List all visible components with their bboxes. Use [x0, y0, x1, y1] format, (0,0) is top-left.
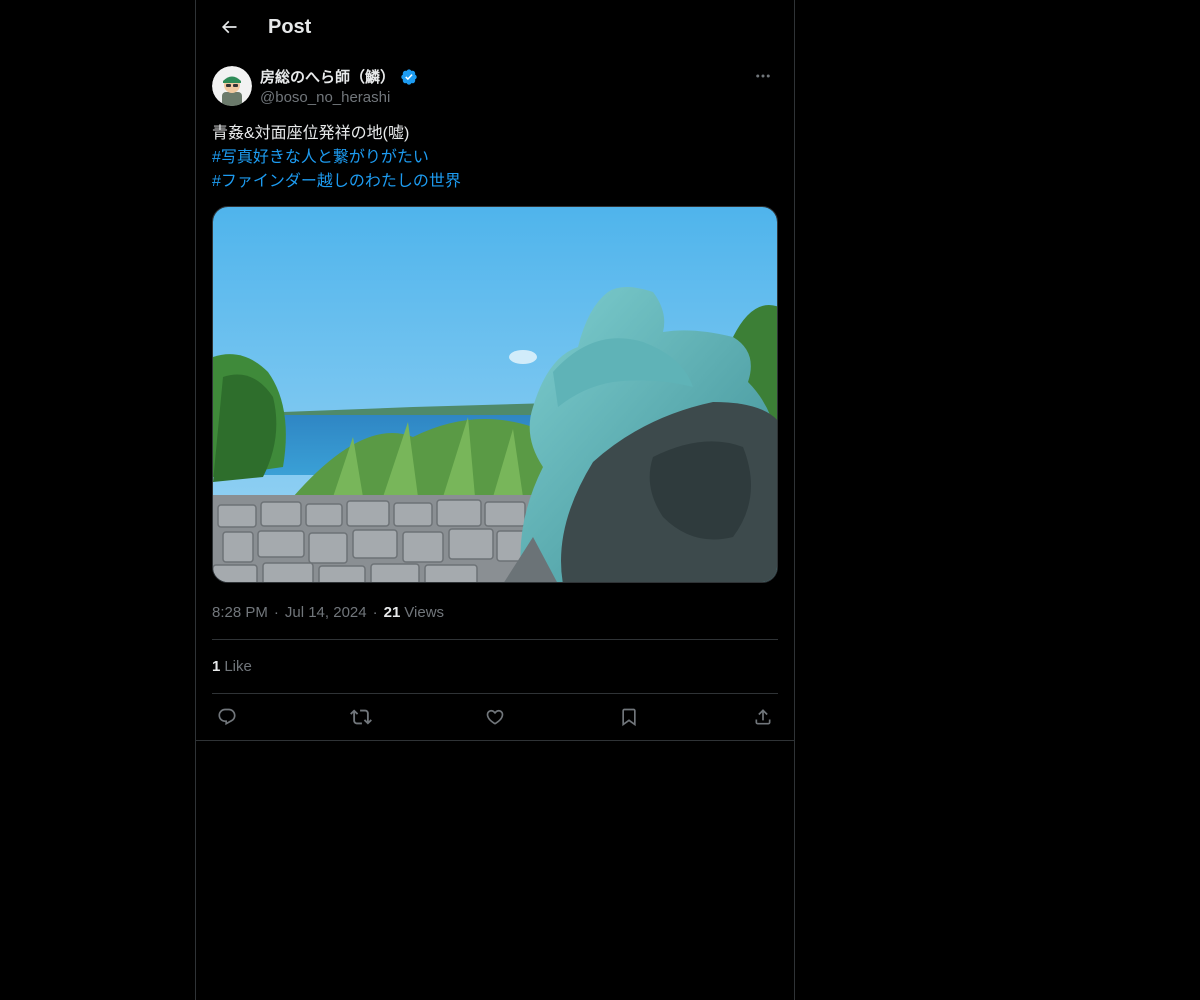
post-photo[interactable] [212, 206, 778, 583]
like-icon [486, 709, 504, 725]
likes-count: 1 [212, 658, 221, 675]
post-text: 青姦&対面座位発祥の地(嘘) #写真好きな人と繋がりがたい #ファインダー越しの… [212, 122, 778, 194]
separator-dot: · [372, 603, 378, 621]
hashtag-link[interactable]: #写真好きな人と繋がりがたい [212, 146, 778, 170]
post-text-line: 青姦&対面座位発祥の地(嘘) [212, 125, 410, 142]
author-meta: 房総のへら師（鱗） @boso_no_herashi [260, 66, 418, 106]
likes-label: Like [224, 658, 252, 675]
post-time[interactable]: 8:28 PM [212, 604, 268, 621]
like-button[interactable] [484, 706, 506, 728]
reply-icon [218, 708, 236, 726]
repost-button[interactable] [350, 706, 372, 728]
post-date[interactable]: Jul 14, 2024 [285, 604, 367, 621]
views-label: Views [404, 603, 445, 621]
post: 房総のへら師（鱗） @boso_no_herashi 青姦&対面座位発祥の地(嘘… [196, 54, 794, 741]
bookmark-button[interactable] [618, 706, 640, 728]
display-name[interactable]: 房総のへら師（鱗） [260, 66, 395, 87]
repost-icon [350, 709, 372, 725]
author-handle[interactable]: @boso_no_herashi [260, 89, 418, 106]
bookmark-icon [622, 708, 636, 727]
name-line: 房総のへら師（鱗） [260, 66, 418, 87]
author-row: 房総のへら師（鱗） @boso_no_herashi [212, 64, 778, 108]
verified-badge-icon [400, 68, 418, 86]
back-button[interactable] [212, 10, 246, 44]
share-icon [755, 709, 771, 725]
post-column: Post 房総のへら師（鱗） @boso_no_herashi 青姦&対面座位発… [195, 0, 795, 1000]
post-meta: 8:28 PM · Jul 14, 2024 · 21 Views [212, 602, 778, 622]
avatar[interactable] [212, 66, 252, 106]
page-title: Post [268, 15, 312, 38]
share-button[interactable] [752, 706, 774, 728]
hashtag-link[interactable]: #ファインダー越しのわたしの世界 [212, 170, 778, 194]
statue-photo [213, 207, 777, 582]
separator-dot: · [273, 603, 279, 621]
more-button[interactable] [748, 64, 778, 88]
back-arrow-icon [221, 20, 237, 34]
action-bar [196, 694, 794, 741]
likes-row[interactable]: 1 Like [212, 640, 778, 693]
page-header: Post [196, 0, 794, 54]
reply-button[interactable] [216, 706, 238, 728]
more-icon [756, 74, 770, 78]
views-count: 21 [383, 603, 401, 621]
